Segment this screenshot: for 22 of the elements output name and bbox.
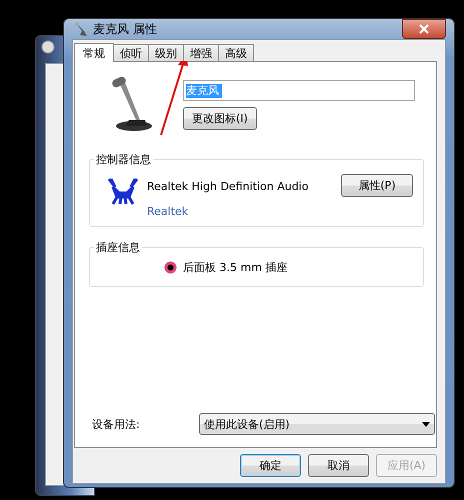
group-title: 插座信息 xyxy=(94,240,142,255)
group-title: 控制器信息 xyxy=(94,152,153,167)
crab-logo-icon xyxy=(107,177,139,205)
window-title: 麦克风 属性 xyxy=(93,20,157,38)
tab[interactable]: 侦听 xyxy=(113,44,149,61)
jack-label: 后面板 3.5 mm 插座 xyxy=(183,260,288,274)
vendor-link[interactable]: Realtek xyxy=(147,205,341,218)
properties-button[interactable]: 属性(P) xyxy=(341,174,413,197)
tab[interactable]: 级别 xyxy=(148,44,184,61)
usage-label: 设备用法: xyxy=(92,416,141,432)
microphone-icon xyxy=(74,21,88,37)
tab[interactable]: 高级 xyxy=(218,44,254,61)
change-icon-button[interactable]: 更改图标(I) xyxy=(183,107,257,130)
tab[interactable]: 增强 xyxy=(183,44,219,61)
device-name: Realtek High Definition Audio xyxy=(147,180,310,193)
caret-icon xyxy=(422,422,430,426)
close-icon xyxy=(419,24,429,34)
close-button[interactable] xyxy=(402,19,446,39)
dialog-button[interactable]: 取消 xyxy=(308,454,369,477)
usage-dropdown[interactable]: 使用此设备(启用) xyxy=(199,413,435,435)
tab[interactable]: 常规 xyxy=(74,43,114,62)
dialog-button[interactable]: 确定 xyxy=(240,454,301,477)
